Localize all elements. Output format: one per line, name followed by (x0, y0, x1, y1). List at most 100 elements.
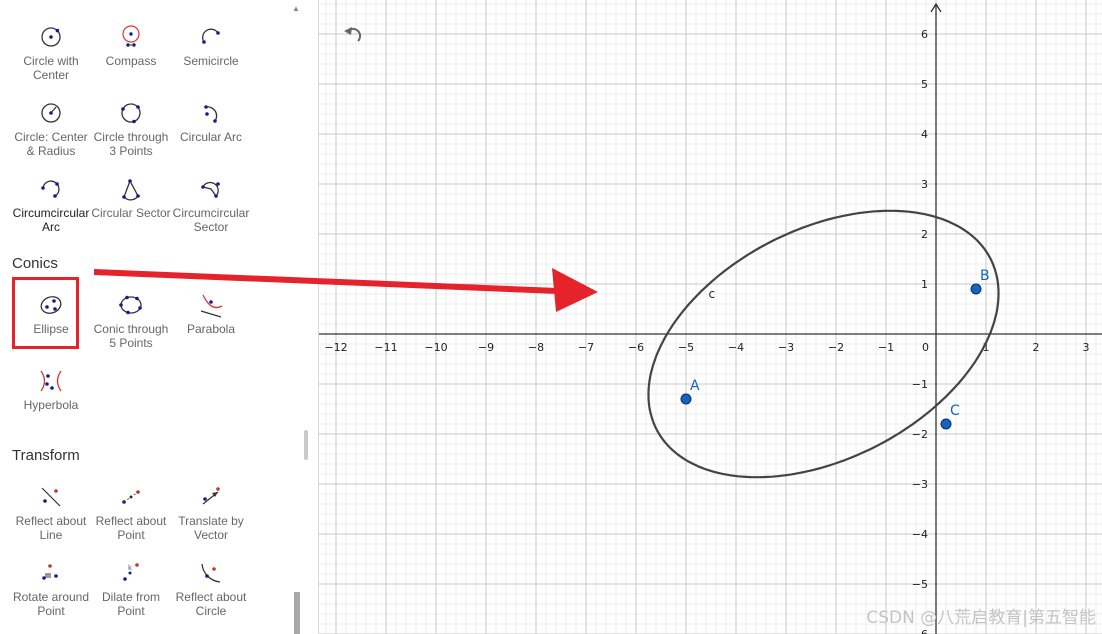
point-b[interactable] (970, 283, 982, 295)
conic-5-points-icon (119, 295, 142, 315)
compass-icon (122, 25, 140, 47)
circle-center-radius-icon (41, 103, 61, 123)
tool-label: Hyperbola (23, 398, 79, 412)
tool-circle-center-radius[interactable]: Circle: Center & Radius (10, 100, 92, 158)
x-tick-label: −4 (728, 341, 744, 354)
tool-label: Semicircle (183, 54, 239, 68)
tool-rotate-around-point[interactable]: Rotate around Point (10, 560, 92, 618)
reflect-circle-icon (201, 563, 221, 583)
tool-label: Conic through 5 Points (93, 322, 169, 350)
circle-with-center-icon (41, 27, 61, 47)
tool-reflect-about-circle[interactable]: Reflect about Circle (170, 560, 252, 618)
y-tick-label: 5 (921, 78, 928, 91)
y-tick-label: −3 (912, 478, 928, 491)
y-tick-label: 4 (921, 128, 928, 141)
y-tick-label: −2 (912, 428, 928, 441)
y-tick-label: −4 (912, 528, 928, 541)
x-tick-label: −8 (528, 341, 544, 354)
svg-text:k: k (128, 564, 133, 572)
point-label-c: C (950, 403, 960, 419)
watermark-text: CSDN @八荒启教育|第五智能 (866, 608, 1096, 628)
tool-circle-through-3-points[interactable]: Circle through 3 Points (90, 100, 172, 158)
parabola-icon (200, 294, 223, 318)
x-tick-label: −5 (678, 341, 694, 354)
ellipse-label-c: c (709, 287, 716, 301)
tool-compass[interactable]: Compass (90, 24, 172, 68)
tool-panel: ▲ Circle with Center Compass Semicircle … (0, 0, 319, 634)
y-tick-label: −5 (912, 578, 928, 591)
transform-section-title: Transform (12, 447, 80, 464)
y-tick-label: 6 (921, 28, 928, 41)
tool-label: Translate by Vector (178, 514, 244, 542)
conics-section-title: Conics (12, 255, 58, 272)
tool-label: Circular Arc (179, 130, 242, 144)
x-axis-tick-labels: −12 −11 −10 −9 −8 −7 −6 −5 −4 −3 −2 −1 1 2 30 (324, 341, 1089, 354)
tool-label: Reflect about Point (95, 514, 167, 542)
circumcircular-arc-icon (41, 180, 60, 198)
tool-parabola[interactable]: Parabola (170, 292, 252, 336)
point-a[interactable] (680, 393, 692, 405)
tool-dilate-from-point[interactable]: k Dilate from Point (90, 560, 172, 618)
y-tick-label: 1 (921, 278, 928, 291)
scroll-up-arrow-icon[interactable]: ▲ (292, 4, 300, 13)
x-tick-label: −10 (424, 341, 447, 354)
x-tick-label: −9 (478, 341, 494, 354)
semicircle-icon (202, 28, 220, 44)
tool-label: Circle: Center & Radius (14, 130, 88, 158)
tool-label: Circle with Center (23, 54, 79, 82)
undo-icon[interactable] (342, 22, 368, 44)
tool-label: Circle through 3 Points (93, 130, 169, 158)
scrollbar-thumb-secondary[interactable] (294, 592, 300, 634)
x-tick-label: 3 (1083, 341, 1090, 354)
x-tick-label: −3 (778, 341, 794, 354)
tool-reflect-about-line[interactable]: Reflect about Line (10, 484, 92, 542)
ellipse-highlight-box (12, 277, 79, 349)
tool-circle-with-center[interactable]: Circle with Center (10, 24, 92, 82)
origin-label: 0 (922, 341, 929, 354)
point-c[interactable] (940, 418, 952, 430)
x-tick-label: 2 (1033, 341, 1040, 354)
x-tick-label: −12 (324, 341, 347, 354)
y-tick-label: −1 (912, 378, 928, 391)
rotate-point-icon (42, 564, 58, 580)
y-tick-label: 2 (921, 228, 928, 241)
tool-label: Rotate around Point (12, 590, 90, 618)
tool-semicircle[interactable]: Semicircle (170, 24, 252, 68)
x-tick-label: −1 (878, 341, 894, 354)
x-tick-label: −7 (578, 341, 594, 354)
tool-label: Compass (105, 54, 157, 68)
tool-circular-sector[interactable]: Circular Sector (90, 176, 172, 220)
y-tick-label: 3 (921, 178, 928, 191)
translate-vector-icon (202, 487, 220, 505)
tool-label: Reflect about Circle (175, 590, 247, 618)
circle-through-3-points-icon (121, 103, 141, 124)
point-label-b: B (980, 268, 990, 284)
hyperbola-icon (40, 370, 62, 392)
tool-translate-by-vector[interactable]: Translate by Vector (170, 484, 252, 542)
reflect-point-icon (122, 490, 140, 504)
tool-label: Reflect about Line (15, 514, 87, 542)
y-tick-label: −6 (912, 628, 928, 634)
tool-circular-arc[interactable]: Circular Arc (170, 100, 252, 144)
circular-arc-icon (204, 105, 218, 123)
tool-label: Dilate from Point (101, 590, 160, 618)
circular-sector-icon (122, 179, 140, 201)
graphics-view[interactable]: −12 −11 −10 −9 −8 −7 −6 −5 −4 −3 −2 −1 1 2 30 654321−1… (319, 0, 1102, 634)
x-tick-label: −2 (828, 341, 844, 354)
tool-hyperbola[interactable]: Hyperbola (10, 368, 92, 412)
tool-circumcircular-sector[interactable]: Circumcircular Sector (170, 176, 252, 234)
tool-circumcircular-arc[interactable]: Circumcircular Arc (10, 176, 92, 234)
tool-label: Circumcircular Arc (12, 206, 90, 234)
tool-conic-through-5-points[interactable]: Conic through 5 Points (90, 292, 172, 350)
grid-major (319, 0, 1102, 634)
x-tick-label: −11 (374, 341, 397, 354)
x-tick-label: −6 (628, 341, 644, 354)
tool-label: Circumcircular Sector (172, 206, 250, 234)
reflect-line-icon (41, 487, 61, 507)
scrollbar-thumb[interactable] (304, 430, 308, 460)
tool-label: Circular Sector (91, 206, 171, 220)
point-label-a: A (690, 378, 700, 394)
tool-reflect-about-point[interactable]: Reflect about Point (90, 484, 172, 542)
circumcircular-sector-icon (201, 181, 220, 198)
dilate-point-icon: k (123, 563, 139, 581)
